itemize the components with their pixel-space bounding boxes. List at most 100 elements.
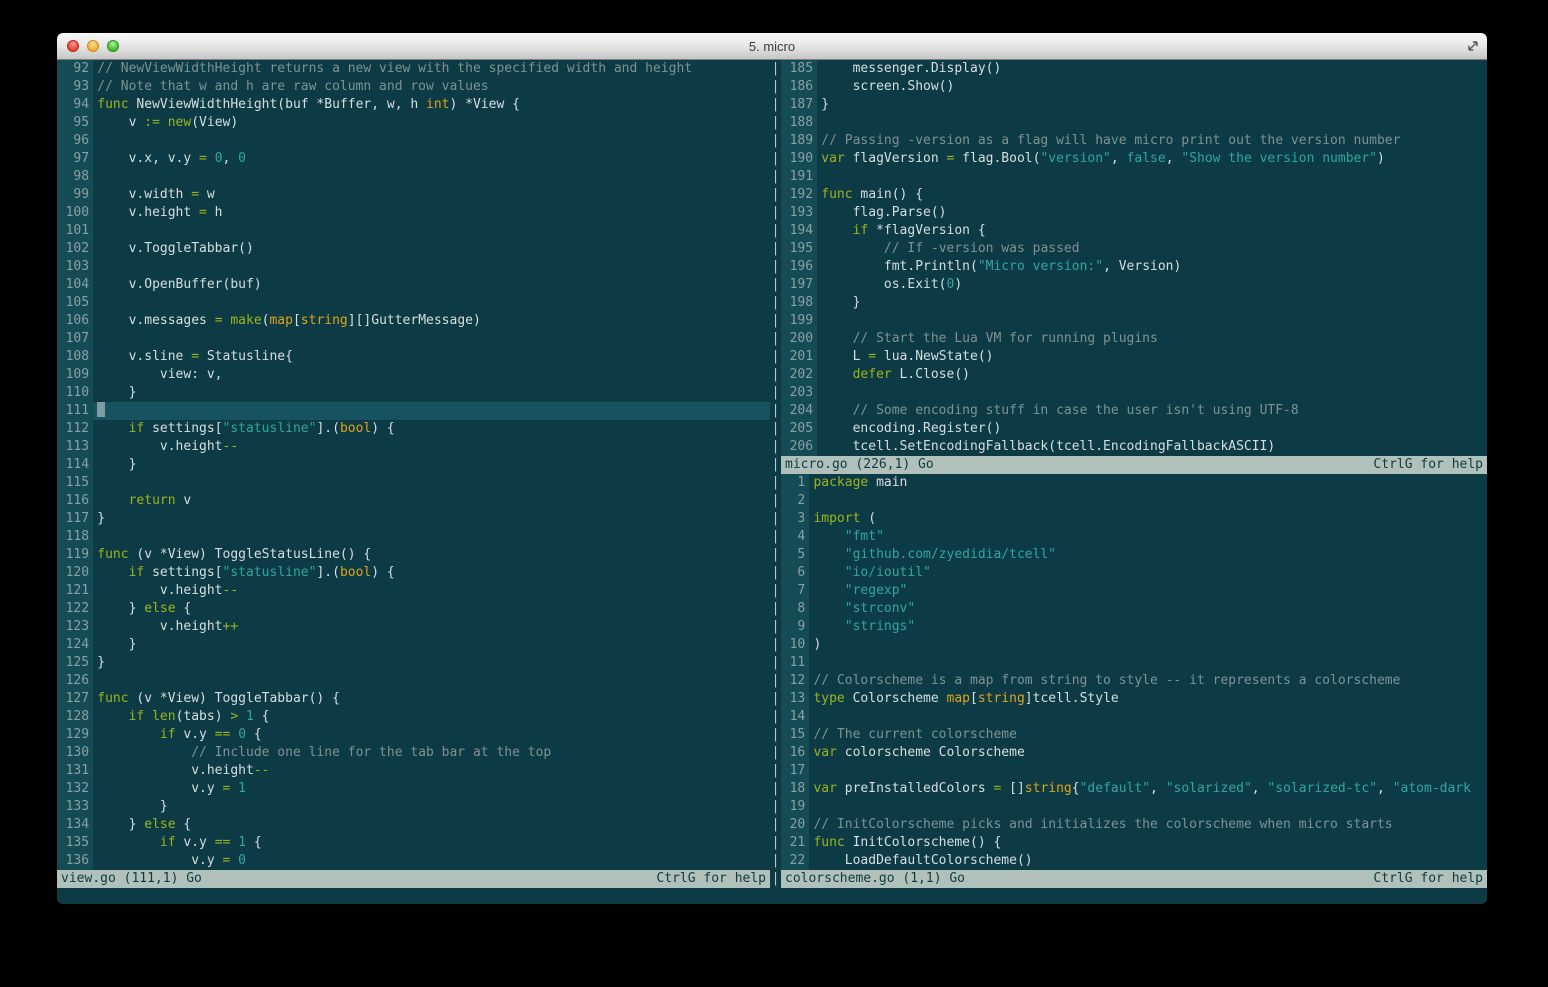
pane-colorscheme-go[interactable]: 1 package main 2 3 import (4 "fmt" 5 "github.…: [781, 474, 1487, 870]
code-text: flag.Parse(): [821, 205, 947, 220]
code-text: // Include one line for the tab bar at t…: [191, 745, 552, 760]
statusbar-filename: colorscheme.go (1,1) Go: [785, 871, 966, 886]
code-text: }: [821, 295, 861, 310]
statusbar-help: CtrlG for help: [1373, 871, 1483, 886]
code-line: 192 func main() {: [781, 186, 1487, 204]
line-number: 9: [781, 618, 809, 636]
code-text: return v: [128, 493, 192, 508]
line-number: 2: [781, 492, 809, 510]
code-line: 17: [781, 762, 1487, 780]
code-line: 127 func (v *View) ToggleTabbar() {: [57, 690, 770, 708]
code-line: 114 }: [57, 456, 770, 474]
line-number: 105: [57, 294, 93, 312]
line-number: 104: [57, 276, 93, 294]
pane-view-go[interactable]: 92 // NewViewWidthHeight returns a new vi…: [57, 60, 770, 870]
line-number: 96: [57, 132, 93, 150]
code-text: messenger.Display(): [821, 61, 1002, 76]
titlebar[interactable]: 5. micro: [57, 33, 1487, 60]
code-text: import (: [813, 511, 877, 526]
code-line: 2: [781, 492, 1487, 510]
code-text: if len(tabs) > 1 {: [128, 709, 270, 724]
line-number: 98: [57, 168, 93, 186]
code-text: // Passing -version as a flag will have …: [821, 133, 1401, 148]
line-number: 194: [781, 222, 817, 240]
line-number: 99: [57, 186, 93, 204]
code-line: 128 if len(tabs) > 1 {: [57, 708, 770, 726]
statusbar-filename: micro.go (226,1) Go: [785, 457, 934, 472]
code-line: 20 // InitColorscheme picks and initializ…: [781, 816, 1487, 834]
code-line: 98: [57, 168, 770, 186]
code-text: var preInstalledColors = []string{"defau…: [813, 781, 1471, 796]
code-text: encoding.Register(): [821, 421, 1002, 436]
divider-glyph: |: [771, 439, 780, 454]
line-number: 93: [57, 78, 93, 96]
line-number: 202: [781, 366, 817, 384]
line-number: 120: [57, 564, 93, 582]
divider-glyph: |: [771, 637, 780, 652]
code-text: if settings["statusline"].(bool) {: [128, 421, 395, 436]
line-number: 108: [57, 348, 93, 366]
divider-glyph: |: [771, 349, 780, 364]
line-number: 190: [781, 150, 817, 168]
minimize-button[interactable]: [87, 40, 99, 52]
line-number: 16: [781, 744, 809, 762]
line-number: 133: [57, 798, 93, 816]
line-number: 130: [57, 744, 93, 762]
code-line: 101: [57, 222, 770, 240]
line-number: 132: [57, 780, 93, 798]
code-line: 121 v.height--: [57, 582, 770, 600]
divider-glyph: |: [771, 655, 780, 670]
statusbar-filename: view.go (111,1) Go: [61, 871, 202, 886]
fullscreen-icon[interactable]: [1466, 39, 1480, 53]
divider-glyph: |: [771, 133, 780, 148]
code-text: if *flagVersion {: [852, 223, 986, 238]
line-number: 134: [57, 816, 93, 834]
code-line: 125}: [57, 654, 770, 672]
line-number: 97: [57, 150, 93, 168]
code-text: "regexp": [844, 583, 908, 598]
line-number: 191: [781, 168, 817, 186]
code-line: 7 "regexp": [781, 582, 1487, 600]
divider-glyph: |: [771, 277, 780, 292]
command-bar[interactable]: [57, 888, 1487, 904]
code-text: os.Exit(0): [821, 277, 963, 292]
line-number: 20: [781, 816, 809, 834]
code-text: var flagVersion = flag.Bool("version", f…: [821, 151, 1385, 166]
line-number: 3: [781, 510, 809, 528]
code-line: 96: [57, 132, 770, 150]
code-text: // The current colorscheme: [813, 727, 1017, 742]
line-number: 121: [57, 582, 93, 600]
code-text: ): [813, 637, 822, 652]
code-text: screen.Show(): [821, 79, 955, 94]
line-number: 187: [781, 96, 817, 114]
code-text: type Colorscheme map[string]tcell.Style: [813, 691, 1119, 706]
code-line: 193 flag.Parse(): [781, 204, 1487, 222]
code-line: 9 "strings": [781, 618, 1487, 636]
divider-glyph: |: [771, 547, 780, 562]
pane-micro-go[interactable]: 185 messenger.Display() 186 screen.Show()…: [781, 60, 1487, 456]
code-line: 93 // Note that w and h are raw column an…: [57, 78, 770, 96]
code-text: tcell.SetEncodingFallback(tcell.Encoding…: [821, 439, 1276, 454]
line-number: 206: [781, 438, 817, 456]
code-line: 186 screen.Show(): [781, 78, 1487, 96]
code-line: 113 v.height--: [57, 438, 770, 456]
line-number: 201: [781, 348, 817, 366]
code-line: 16 var colorscheme Colorscheme: [781, 744, 1487, 762]
code-line: 196 fmt.Println("Micro version:", Versio…: [781, 258, 1487, 276]
code-text: view: v,: [97, 367, 223, 382]
code-text: // Colorscheme is a map from string to s…: [813, 673, 1401, 688]
close-button[interactable]: [67, 40, 79, 52]
divider-glyph: |: [771, 151, 780, 166]
divider-glyph: |: [771, 79, 780, 94]
line-number: 8: [781, 600, 809, 618]
code-text: } else {: [97, 601, 192, 616]
line-number: 116: [57, 492, 93, 510]
zoom-button[interactable]: [107, 40, 119, 52]
code-line: 97 v.x, v.y = 0, 0: [57, 150, 770, 168]
